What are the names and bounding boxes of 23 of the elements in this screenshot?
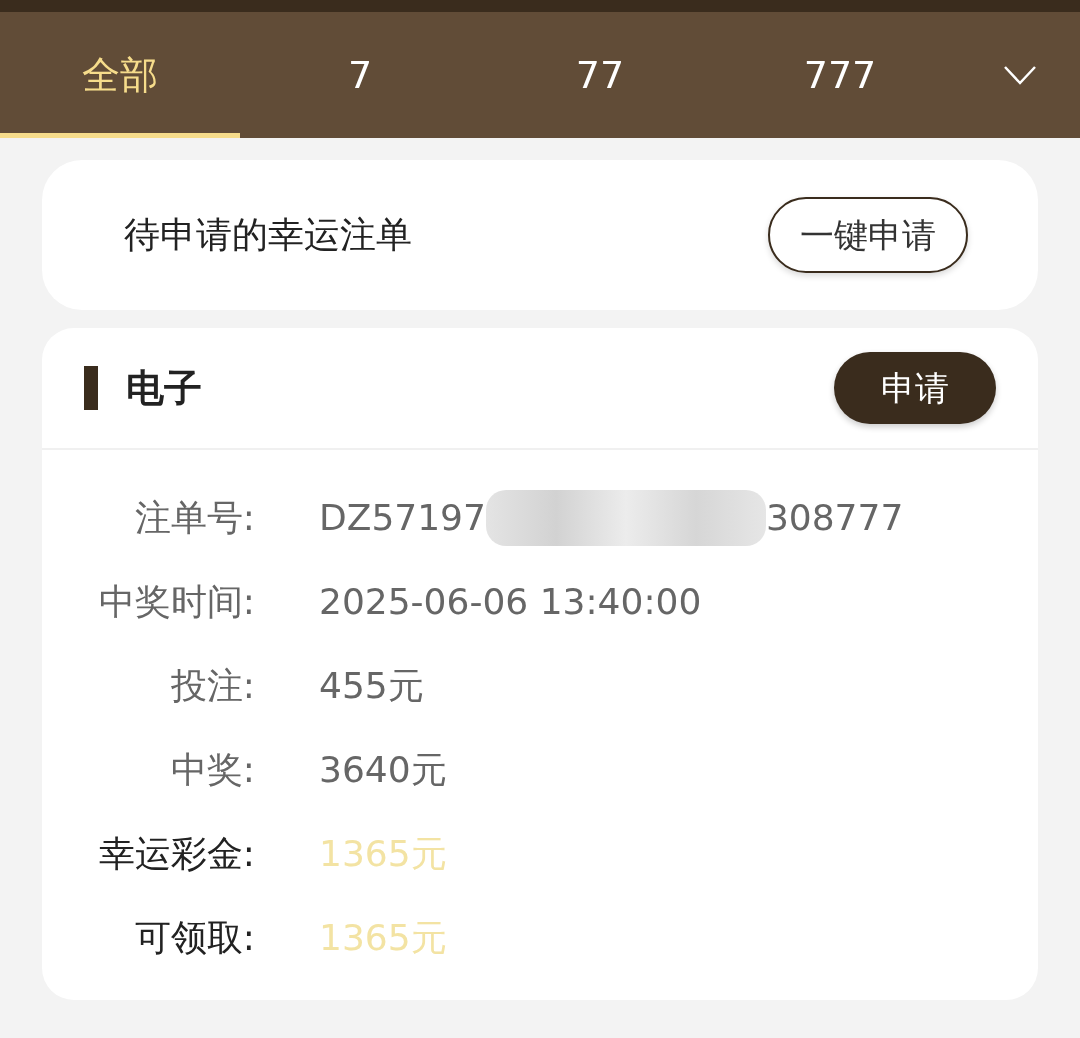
field-value: 1365元: [319, 916, 447, 960]
field-value: 3640元: [319, 748, 447, 792]
field-label: 中奖:: [169, 748, 255, 792]
field-value: 1365元: [319, 832, 447, 876]
tab[interactable]: 777: [720, 12, 960, 138]
field-value: DZ57197: [319, 496, 486, 540]
apply-all-button[interactable]: 一键申请: [768, 197, 968, 273]
field-label: 可领取:: [133, 916, 255, 960]
tab[interactable]: 7: [240, 12, 480, 138]
accent-bar: [84, 366, 98, 410]
tab[interactable]: 全部: [0, 12, 240, 138]
field-value: 455元: [319, 664, 424, 708]
tab[interactable]: 77: [480, 12, 720, 138]
field-value: 2025-06-06 13:40:00: [319, 580, 702, 624]
field-value: 308777: [765, 496, 904, 540]
field-label: 投注:: [169, 664, 255, 708]
chevron-down-icon[interactable]: [1003, 65, 1037, 85]
card-title: 电子: [126, 364, 202, 412]
field-label: 幸运彩金:: [97, 832, 255, 876]
apply-button[interactable]: 申请: [834, 352, 996, 424]
field-label: 注单号:: [133, 496, 255, 540]
field-label: 中奖时间:: [97, 580, 255, 624]
pending-title: 待申请的幸运注单: [124, 213, 412, 257]
